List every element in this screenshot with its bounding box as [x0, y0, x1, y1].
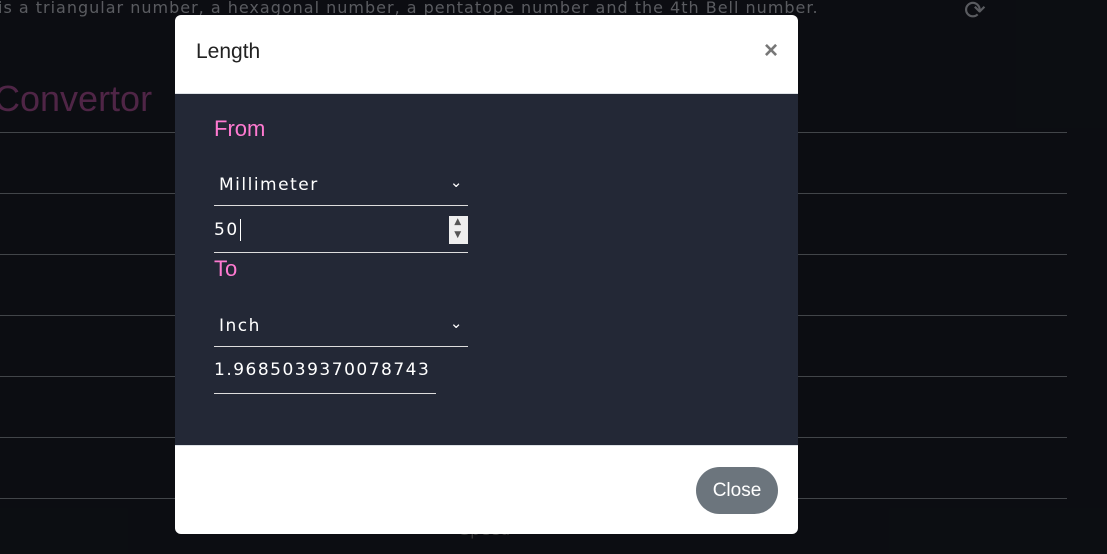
- to-value: 1.9685039370078743: [214, 360, 431, 380]
- from-value: 50: [214, 220, 239, 240]
- text-caret: [239, 219, 241, 241]
- modal-footer: Close: [175, 445, 798, 534]
- modal-title: Length: [196, 40, 261, 63]
- to-value-output[interactable]: 1.9685039370078743: [214, 347, 436, 394]
- close-button[interactable]: Close: [696, 467, 778, 514]
- chevron-down-icon: ⌄: [449, 173, 464, 191]
- from-label: From: [214, 116, 266, 141]
- modal-body: From Millimeter ⌄ 50 ▲ ▼ To Inch ⌄ 1.9685…: [175, 94, 798, 445]
- to-label: To: [214, 256, 238, 281]
- to-unit-select[interactable]: Inch ⌄: [214, 306, 468, 347]
- from-unit-value: Millimeter: [219, 175, 319, 195]
- from-unit-select[interactable]: Millimeter ⌄: [214, 165, 468, 206]
- number-spinner[interactable]: ▲ ▼: [449, 216, 468, 244]
- to-unit-value: Inch: [219, 316, 261, 336]
- from-value-input[interactable]: 50 ▲ ▼: [214, 206, 468, 253]
- chevron-down-icon: ⌄: [449, 314, 464, 332]
- modal-header: Length ×: [175, 15, 798, 94]
- length-modal: Length × From Millimeter ⌄ 50 ▲ ▼ To Inch…: [175, 15, 798, 534]
- close-icon[interactable]: ×: [764, 37, 778, 65]
